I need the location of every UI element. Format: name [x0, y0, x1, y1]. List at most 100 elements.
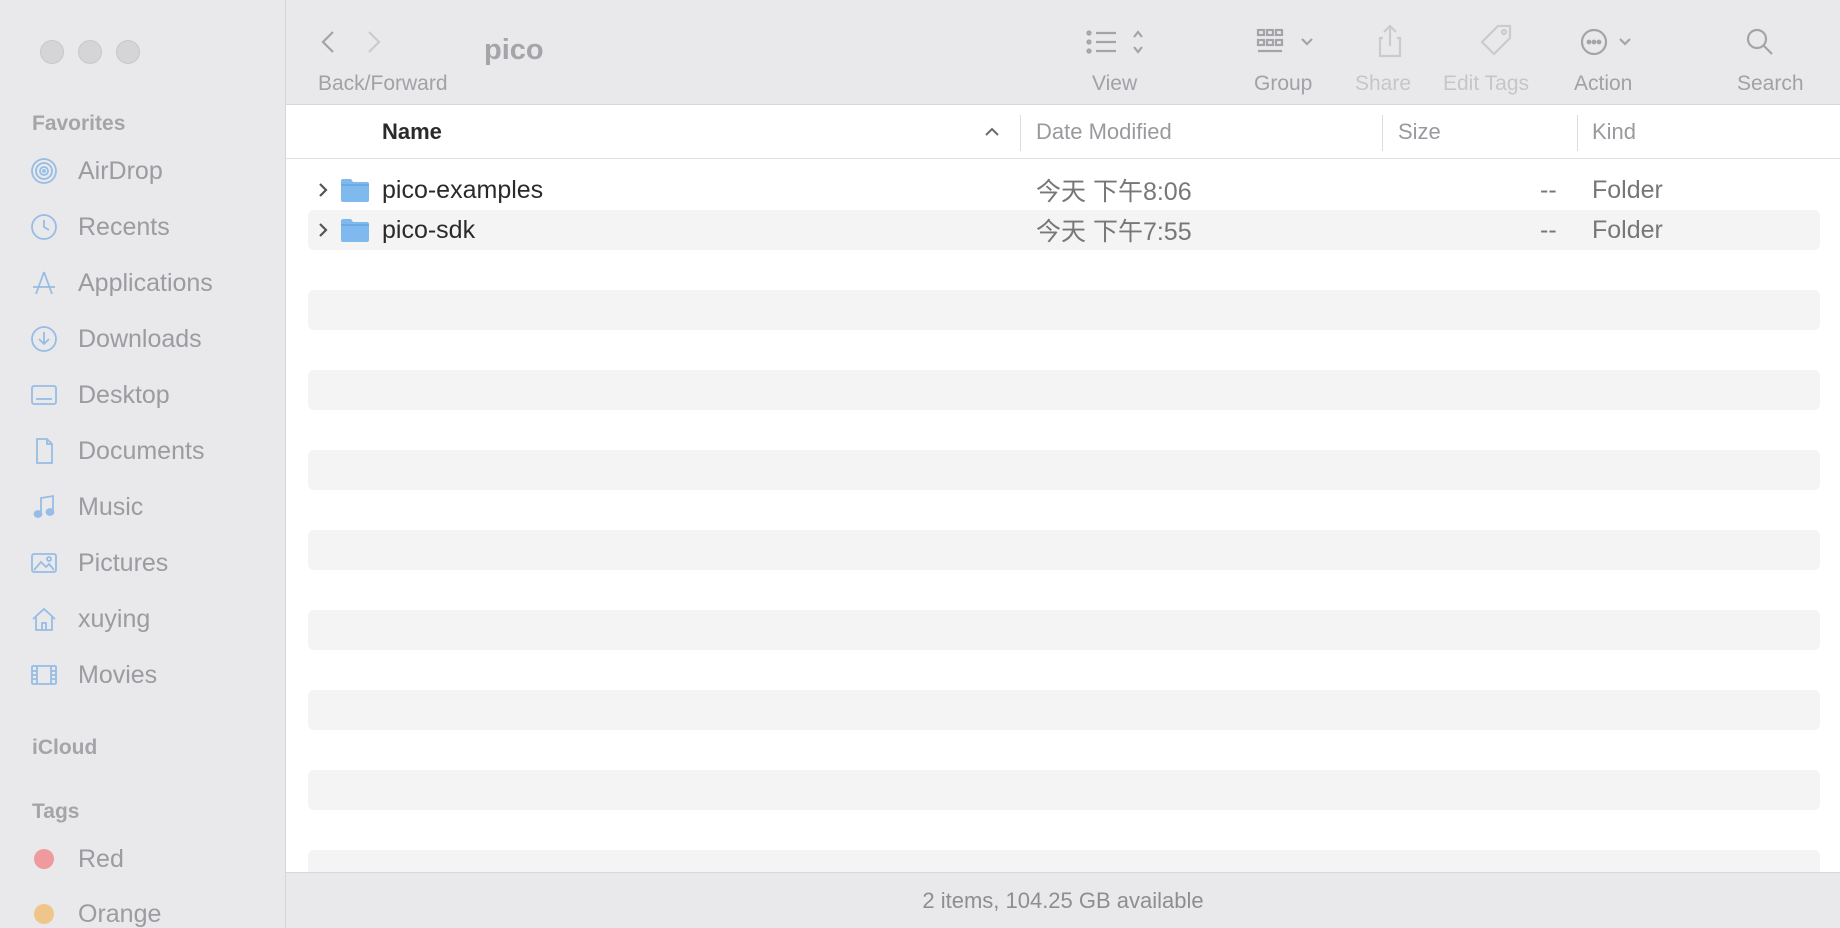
tags-title: Tags: [32, 800, 80, 823]
sidebar: Favorites AirDrop Recents Applications D…: [0, 0, 286, 928]
desktop-icon: [30, 381, 58, 409]
film-icon: [30, 661, 58, 689]
disclosure-chevron-icon[interactable]: [314, 170, 332, 210]
minimize-window-button[interactable]: [78, 40, 102, 64]
file-kind: Folder: [1592, 215, 1663, 244]
disclosure-chevron-icon[interactable]: [314, 210, 332, 250]
back-forward-label: Back/Forward: [318, 72, 448, 95]
chevron-right-icon: [354, 31, 394, 66]
share-label: Share: [1355, 72, 1412, 95]
document-icon: [30, 437, 58, 465]
file-date: 今天 下午8:06: [1036, 178, 1192, 206]
table-row[interactable]: pico-sdk 今天 下午7:55 -- Folder: [308, 210, 1820, 250]
sidebar-tag-orange[interactable]: Orange: [30, 892, 280, 928]
music-icon: [30, 493, 58, 521]
sidebar-item-pictures[interactable]: Pictures: [30, 541, 280, 585]
sidebar-tag-red[interactable]: Red: [30, 837, 280, 881]
table-row[interactable]: pico-examples 今天 下午8:06 -- Folder: [308, 170, 1820, 210]
edit-tags-label: Edit Tags: [1443, 72, 1529, 95]
column-divider[interactable]: [1020, 115, 1021, 151]
sidebar-item-label: Downloads: [78, 324, 202, 353]
sidebar-item-documents[interactable]: Documents: [30, 429, 280, 473]
column-header: Name Date Modified Size Kind: [286, 105, 1840, 159]
edit-tags-button[interactable]: [1476, 22, 1516, 67]
action-button[interactable]: [1580, 22, 1650, 67]
empty-row-stripe: [308, 850, 1820, 872]
group-label: Group: [1254, 72, 1313, 95]
status-bar: 2 items, 104.25 GB available: [286, 872, 1840, 928]
column-date-modified[interactable]: Date Modified: [1036, 105, 1172, 159]
file-size: --: [1540, 175, 1557, 204]
zoom-window-button[interactable]: [116, 40, 140, 64]
favorites-title: Favorites: [32, 112, 126, 135]
sidebar-item-movies[interactable]: Movies: [30, 653, 280, 697]
column-divider[interactable]: [1382, 115, 1383, 151]
sidebar-item-label: Movies: [78, 660, 158, 689]
sidebar-item-home[interactable]: xuying: [30, 597, 280, 641]
orange-tag-dot-icon: [30, 900, 58, 928]
search-label: Search: [1737, 72, 1804, 95]
back-button[interactable]: [308, 22, 348, 67]
list-view-icon: [1086, 30, 1156, 66]
share-button[interactable]: [1370, 22, 1410, 67]
file-size: --: [1540, 215, 1557, 244]
ellipsis-circle-icon: [1580, 28, 1650, 66]
tag-icon: [1476, 24, 1516, 66]
sidebar-item-label: xuying: [78, 604, 151, 633]
column-name[interactable]: Name: [382, 105, 442, 159]
sort-ascending-icon[interactable]: [982, 105, 1002, 159]
sidebar-item-label: Orange: [78, 899, 162, 928]
empty-row-stripe: [308, 690, 1820, 730]
file-kind: Folder: [1592, 175, 1663, 204]
sidebar-item-label: AirDrop: [78, 156, 163, 185]
sidebar-item-downloads[interactable]: Downloads: [30, 317, 280, 361]
icloud-title: iCloud: [32, 736, 98, 759]
sidebar-item-recents[interactable]: Recents: [30, 205, 280, 249]
search-icon: [1740, 28, 1780, 66]
status-text: 2 items, 104.25 GB available: [922, 887, 1204, 913]
sidebar-item-applications[interactable]: Applications: [30, 261, 280, 305]
search-button[interactable]: [1740, 22, 1780, 67]
empty-row-stripe: [308, 530, 1820, 570]
empty-row-stripe: [308, 290, 1820, 330]
forward-button[interactable]: [354, 22, 394, 67]
download-icon: [30, 325, 58, 353]
file-list: pico-examples 今天 下午8:06 -- Folder pico-s…: [308, 170, 1820, 250]
group-button[interactable]: [1256, 22, 1326, 67]
empty-row-stripe: [308, 770, 1820, 810]
empty-row-stripe: [308, 610, 1820, 650]
finder-window: Favorites AirDrop Recents Applications D…: [0, 0, 1840, 928]
window-controls: [40, 40, 140, 64]
column-divider[interactable]: [1577, 115, 1578, 151]
column-size[interactable]: Size: [1398, 105, 1441, 159]
clock-icon: [30, 213, 58, 241]
window-title: pico: [484, 34, 544, 66]
view-label: View: [1092, 72, 1138, 95]
sidebar-item-label: Desktop: [78, 380, 170, 409]
sidebar-item-label: Recents: [78, 212, 170, 241]
close-window-button[interactable]: [40, 40, 64, 64]
pictures-icon: [30, 549, 58, 577]
chevron-left-icon: [308, 31, 348, 66]
action-label: Action: [1574, 72, 1633, 95]
column-kind[interactable]: Kind: [1592, 105, 1636, 159]
sidebar-item-music[interactable]: Music: [30, 485, 280, 529]
empty-row-stripe: [308, 370, 1820, 410]
sidebar-item-desktop[interactable]: Desktop: [30, 373, 280, 417]
home-icon: [30, 605, 58, 633]
sidebar-item-airdrop[interactable]: AirDrop: [30, 149, 280, 193]
sidebar-item-label: Music: [78, 492, 144, 521]
folder-icon: [340, 170, 370, 210]
sidebar-item-label: Pictures: [78, 548, 169, 577]
airdrop-icon: [30, 157, 58, 185]
sidebar-item-label: Red: [78, 844, 124, 873]
group-grid-icon: [1256, 28, 1326, 66]
view-button[interactable]: [1086, 22, 1156, 67]
toolbar: Back/Forward pico View Group Share Edit …: [286, 0, 1840, 105]
file-date: 今天 下午7:55: [1036, 218, 1192, 246]
red-tag-dot-icon: [30, 845, 58, 873]
sidebar-item-label: Applications: [78, 268, 213, 297]
share-icon: [1370, 24, 1410, 66]
folder-icon: [340, 210, 370, 250]
file-name: pico-examples: [382, 175, 544, 204]
